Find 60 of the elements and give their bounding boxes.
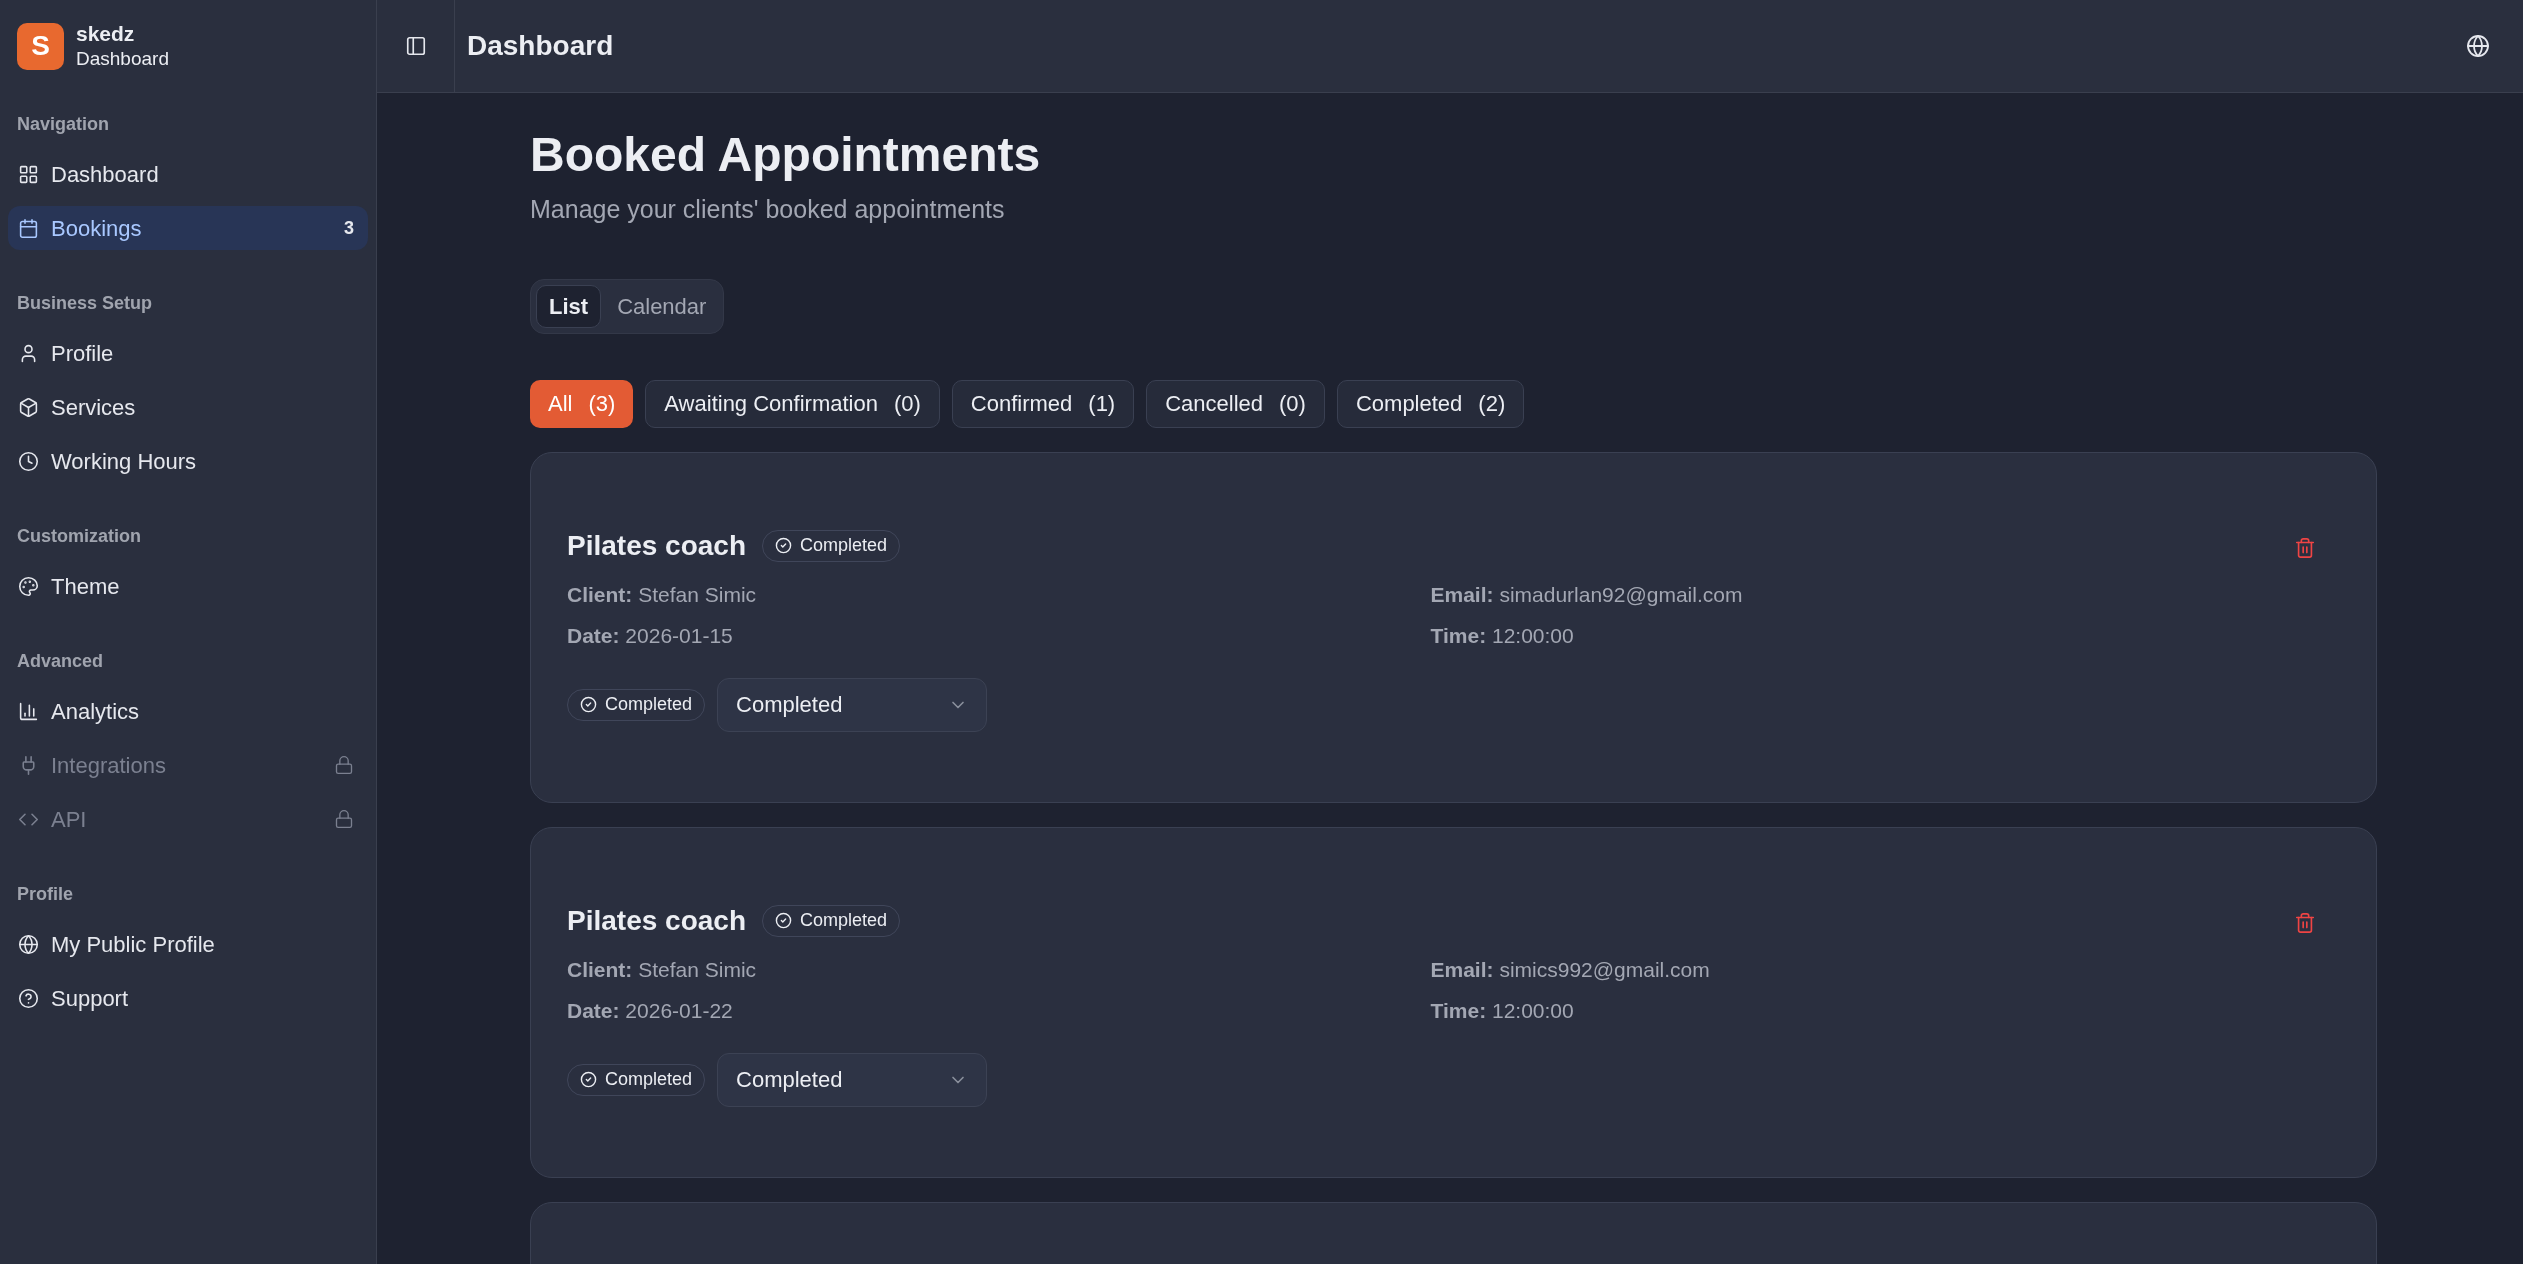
client-text: Client: Stefan Simic <box>567 581 758 608</box>
page-title: Booked Appointments <box>530 127 1042 183</box>
page-subtitle: Manage your clients' booked appointments <box>530 194 1006 225</box>
palette-icon <box>18 575 39 597</box>
sidebar-item[interactable]: My Public Profile <box>8 922 368 966</box>
help-icon <box>18 987 39 1009</box>
status-select[interactable]: Completed <box>717 1052 988 1107</box>
grid-icon <box>18 163 39 185</box>
filter-chip[interactable]: Awaiting Confirmation (0) <box>645 379 940 428</box>
clock-icon <box>18 450 39 472</box>
section-heading: Advanced <box>16 650 105 673</box>
time-text: Time: 12:00:00 <box>1430 998 1575 1024</box>
check-circle-icon <box>775 912 792 929</box>
calendar-icon <box>18 217 39 239</box>
booking-count: 3 <box>344 216 355 240</box>
section-heading: Business Setup <box>16 292 154 315</box>
client-text: Client: Stefan Simic <box>567 956 758 983</box>
view-tab[interactable]: Calendar <box>605 284 719 328</box>
status-select[interactable]: Completed <box>717 677 988 732</box>
filter-chip[interactable]: Completed (2) <box>1336 379 1525 428</box>
filter-chip[interactable]: All (3) <box>530 379 634 428</box>
bar-chart-icon <box>18 700 39 722</box>
view-tab[interactable]: List <box>536 284 602 328</box>
email-text: Email: simadurlan92@gmail.com <box>1430 581 1744 608</box>
logo: S <box>17 22 64 70</box>
globe-icon[interactable] <box>2466 34 2490 58</box>
section-heading: Profile <box>16 883 74 906</box>
date-text: Date: 2026-01-15 <box>567 623 734 649</box>
email-text: Email: simics992@gmail.com <box>1430 956 1711 983</box>
check-circle-icon <box>580 696 597 713</box>
header-title: Dashboard <box>466 29 615 63</box>
cube-icon <box>18 396 39 418</box>
check-circle-icon <box>580 1071 597 1088</box>
globe-icon <box>18 933 39 955</box>
delete-button[interactable] <box>2294 911 2316 934</box>
sidebar-item[interactable]: Analytics <box>8 689 368 733</box>
sidebar-item[interactable]: Support <box>8 976 368 1020</box>
sidebar-item[interactable]: Dashboard <box>8 152 368 196</box>
trash-icon <box>2294 911 2316 934</box>
service-title: Pilates coach <box>567 528 746 563</box>
service-title: Pilates coach <box>567 903 746 938</box>
trash-icon <box>2294 536 2316 559</box>
brand-name: skedz <box>76 21 136 47</box>
time-text: Time: 12:00:00 <box>1430 623 1575 649</box>
date-text: Date: 2026-01-22 <box>567 998 734 1024</box>
filter-chip[interactable]: Cancelled (0) <box>1146 379 1325 428</box>
sidebar-item[interactable]: Theme <box>8 564 368 608</box>
brand-subtitle: Dashboard <box>76 47 169 71</box>
sidebar-item[interactable]: Working Hours <box>8 439 368 483</box>
filter-chip[interactable]: Confirmed (1) <box>951 379 1135 428</box>
check-circle-icon <box>775 537 792 554</box>
lock-icon <box>334 809 354 829</box>
section-heading: Navigation <box>16 113 110 136</box>
lock-icon <box>334 755 354 775</box>
sidebar-item[interactable]: Services <box>8 385 368 429</box>
sidebar-item[interactable]: Bookings 3 <box>8 206 368 250</box>
section-heading: Customization <box>16 525 142 548</box>
delete-button[interactable] <box>2294 536 2316 559</box>
sidebar-toggle-icon[interactable] <box>404 35 427 57</box>
sidebar-item[interactable]: Profile <box>8 331 368 375</box>
